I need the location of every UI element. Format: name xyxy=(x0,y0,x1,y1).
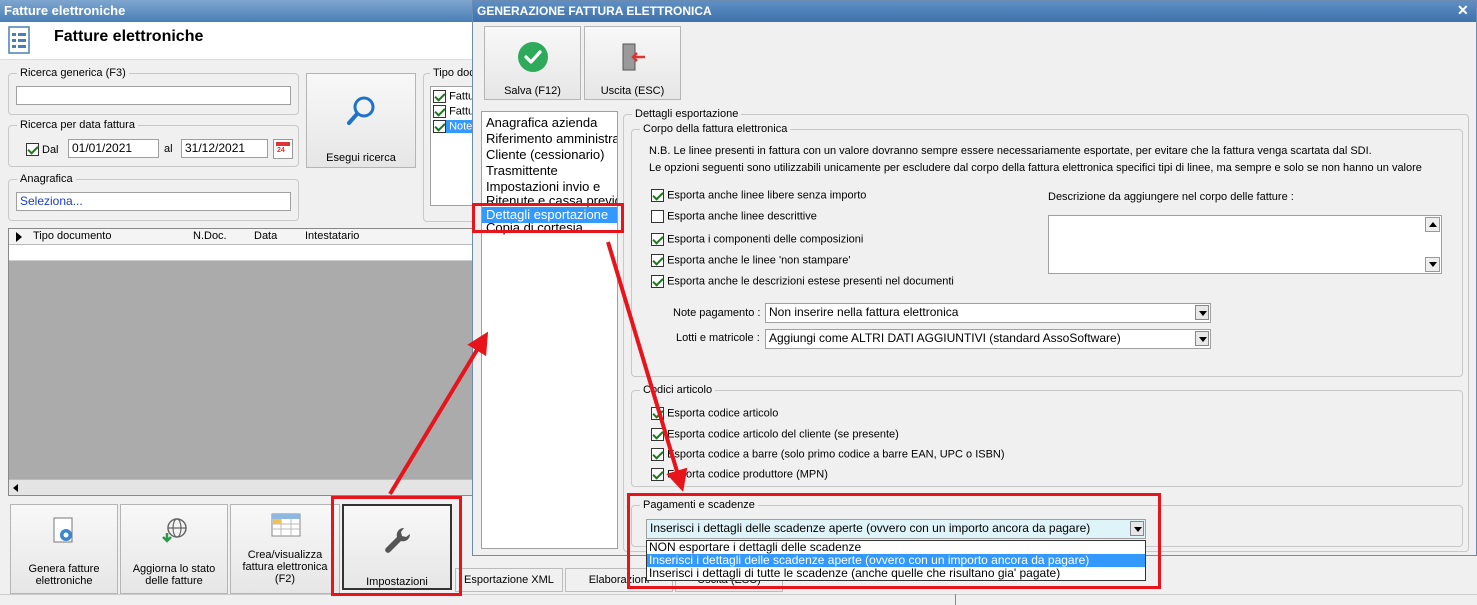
arrow-nav-to-pagamenti xyxy=(606,241,688,492)
annotation-arrows xyxy=(388,241,688,496)
arrow-settings-to-nav xyxy=(388,331,489,496)
